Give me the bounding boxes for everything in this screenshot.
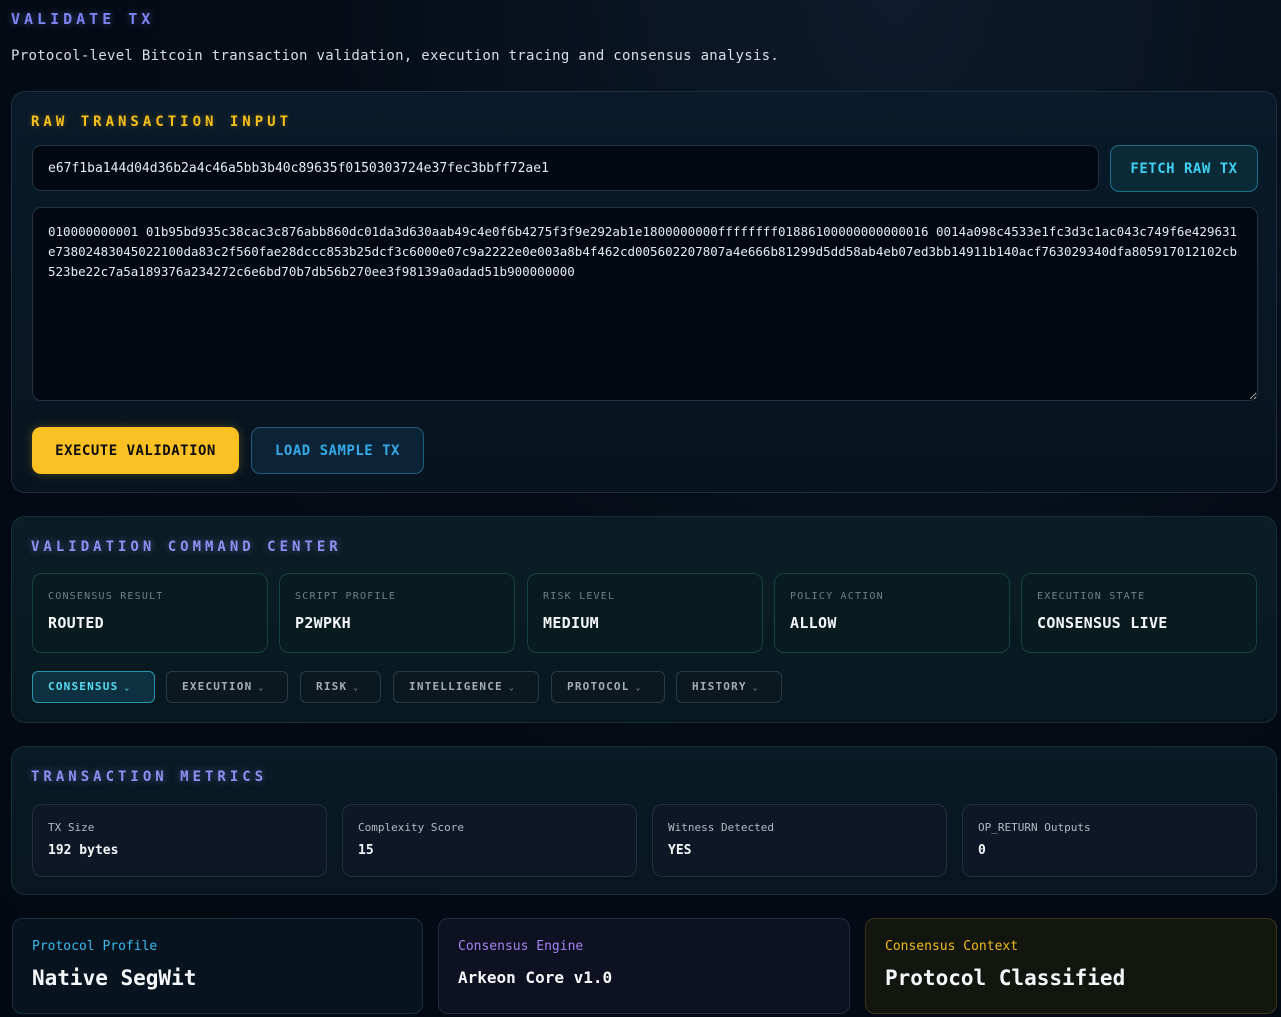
raw-transaction-heading: RAW TRANSACTION INPUT (31, 114, 293, 130)
metric-card-op-return-outputs: OP_RETURN Outputs 0 (962, 804, 1257, 877)
execute-validation-button[interactable]: EXECUTE VALIDATION (32, 427, 239, 474)
tab-label: RISK (316, 680, 348, 693)
fetch-raw-tx-button[interactable]: FETCH RAW TX (1110, 145, 1258, 192)
metric-value: YES (668, 843, 692, 858)
stat-card-consensus-result: CONSENSUS RESULT ROUTED (32, 573, 268, 653)
metric-label: TX Size (48, 821, 95, 834)
stat-card-risk-level: RISK LEVEL MEDIUM (527, 573, 763, 653)
tab-label: EXECUTION (182, 680, 253, 693)
tab-history[interactable]: HISTORY ⌄ (676, 671, 782, 703)
metric-card-complexity-score: Complexity Score 15 (342, 804, 637, 877)
card-label: Consensus Engine (458, 939, 584, 954)
transaction-metrics-heading: TRANSACTION METRICS (31, 769, 268, 785)
stat-value: CONSENSUS LIVE (1037, 614, 1168, 632)
card-value: Protocol Classified (885, 966, 1126, 990)
consensus-context-card: Consensus Context Protocol Classified (865, 918, 1277, 1014)
txid-input[interactable] (32, 145, 1099, 191)
page-title: VALIDATE TX (11, 10, 155, 28)
validation-command-center: VALIDATION COMMAND CENTER CONSENSUS RESU… (11, 516, 1277, 723)
chevron-down-icon: ⌄ (124, 683, 131, 692)
chevron-down-icon: ⌄ (508, 683, 515, 692)
consensus-engine-card: Consensus Engine Arkeon Core v1.0 (438, 918, 850, 1014)
stat-label: CONSENSUS RESULT (48, 591, 164, 602)
stat-card-execution-state: EXECUTION STATE CONSENSUS LIVE (1021, 573, 1257, 653)
stat-value: ROUTED (48, 614, 104, 632)
metric-label: OP_RETURN Outputs (978, 821, 1091, 834)
tab-protocol[interactable]: PROTOCOL ⌄ (551, 671, 665, 703)
tab-execution[interactable]: EXECUTION ⌄ (166, 671, 288, 703)
chevron-down-icon: ⌄ (353, 683, 360, 692)
metric-label: Witness Detected (668, 821, 774, 834)
raw-tx-textarea[interactable]: 010000000001 01b95bd935c38cac3c876abb860… (32, 207, 1258, 401)
protocol-profile-card: Protocol Profile Native SegWit (12, 918, 423, 1014)
stat-label: EXECUTION STATE (1037, 591, 1146, 602)
command-center-heading: VALIDATION COMMAND CENTER (31, 539, 342, 555)
tab-consensus[interactable]: CONSENSUS ⌄ (32, 671, 155, 703)
tab-risk[interactable]: RISK ⌄ (300, 671, 381, 703)
stat-value: ALLOW (790, 614, 837, 632)
tab-intelligence[interactable]: INTELLIGENCE ⌄ (393, 671, 539, 703)
stat-label: POLICY ACTION (790, 591, 884, 602)
stat-card-script-profile: SCRIPT PROFILE P2WPKH (279, 573, 515, 653)
metric-label: Complexity Score (358, 821, 464, 834)
transaction-metrics-panel: TRANSACTION METRICS TX Size 192 bytes Co… (11, 746, 1277, 895)
tab-label: HISTORY (692, 680, 747, 693)
chevron-down-icon: ⌄ (635, 683, 642, 692)
stat-label: SCRIPT PROFILE (295, 591, 397, 602)
stat-card-policy-action: POLICY ACTION ALLOW (774, 573, 1010, 653)
stat-value: P2WPKH (295, 614, 351, 632)
card-value: Native SegWit (32, 966, 197, 990)
page-subtitle: Protocol-level Bitcoin transaction valid… (11, 48, 780, 64)
tab-label: INTELLIGENCE (409, 680, 503, 693)
stat-label: RISK LEVEL (543, 591, 616, 602)
stat-value: MEDIUM (543, 614, 599, 632)
load-sample-tx-button[interactable]: LOAD SAMPLE TX (251, 427, 424, 474)
raw-transaction-panel: RAW TRANSACTION INPUT FETCH RAW TX 01000… (11, 91, 1277, 493)
chevron-down-icon: ⌄ (258, 683, 265, 692)
card-label: Protocol Profile (32, 939, 158, 954)
card-value: Arkeon Core v1.0 (458, 968, 613, 987)
card-label: Consensus Context (885, 939, 1019, 954)
tab-label: CONSENSUS (48, 680, 119, 693)
metric-value: 192 bytes (48, 843, 119, 858)
chevron-down-icon: ⌄ (752, 683, 759, 692)
metric-value: 0 (978, 843, 986, 858)
tab-label: PROTOCOL (567, 680, 630, 693)
metric-card-tx-size: TX Size 192 bytes (32, 804, 327, 877)
metric-card-witness-detected: Witness Detected YES (652, 804, 947, 877)
metric-value: 15 (358, 843, 374, 858)
